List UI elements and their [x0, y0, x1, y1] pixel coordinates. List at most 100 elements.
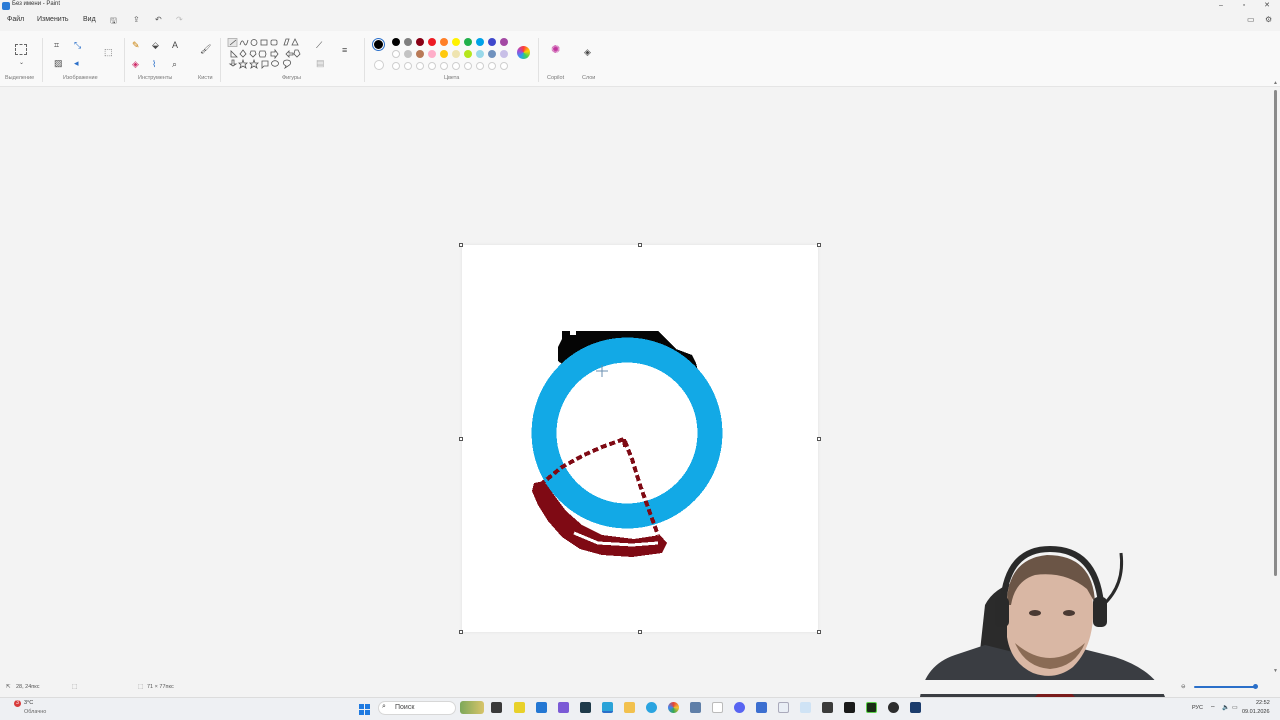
palette-swatch[interactable]	[440, 50, 448, 58]
palette-swatch[interactable]	[452, 50, 460, 58]
share-icon[interactable]: ⇪	[133, 15, 140, 24]
fill-bucket-icon[interactable]: ⬙	[152, 40, 159, 50]
volume-icon[interactable]: 🔈	[1222, 704, 1229, 711]
steam-icon[interactable]	[910, 702, 921, 713]
clock-time[interactable]: 22:52	[1256, 700, 1270, 706]
selection-rect-icon[interactable]	[15, 44, 27, 55]
app-icon-purple[interactable]	[558, 702, 569, 713]
palette-swatch[interactable]	[416, 38, 424, 46]
menu-file[interactable]: Файл	[7, 16, 24, 23]
save-icon[interactable]: 🖫	[110, 15, 117, 29]
custom-color-slot[interactable]	[416, 62, 424, 70]
minimize-icon[interactable]: –	[1210, 0, 1232, 12]
task-view-icon[interactable]	[491, 702, 502, 713]
text-tool-icon[interactable]: A	[172, 40, 178, 50]
vertical-scrollbar[interactable]	[1274, 90, 1277, 576]
palette-swatch[interactable]	[404, 50, 412, 58]
shapes-gallery[interactable]	[227, 38, 307, 72]
file-explorer-icon[interactable]	[624, 702, 635, 713]
telegram-icon[interactable]	[646, 702, 657, 713]
media-player-icon[interactable]	[866, 702, 877, 713]
app-icon-dark[interactable]	[580, 702, 591, 713]
windows-start-icon[interactable]	[359, 702, 370, 715]
custom-color-slot[interactable]	[464, 62, 472, 70]
resize-handle-top-right[interactable]	[817, 243, 821, 247]
rotate-icon[interactable]: ◂	[74, 58, 79, 68]
stroke-size-icon[interactable]: ≡	[342, 45, 347, 55]
image-icon[interactable]: ▨	[54, 58, 63, 68]
palette-swatch[interactable]	[404, 38, 412, 46]
custom-color-slot[interactable]	[428, 62, 436, 70]
palette-swatch[interactable]	[392, 38, 400, 46]
chart-app-icon[interactable]	[756, 702, 767, 713]
palette-swatch[interactable]	[500, 38, 508, 46]
terminal-icon[interactable]	[844, 702, 855, 713]
notepad-icon[interactable]	[712, 702, 723, 713]
pencil-icon[interactable]: ✎	[132, 40, 140, 50]
custom-color-slot[interactable]	[392, 62, 400, 70]
settings-gear-icon[interactable]: ⚙	[1265, 15, 1272, 24]
discord-icon[interactable]	[734, 702, 745, 713]
palette-swatch[interactable]	[488, 50, 496, 58]
calculator-icon[interactable]	[690, 702, 701, 713]
menu-edit[interactable]: Изменить	[37, 16, 69, 23]
custom-color-slot[interactable]	[404, 62, 412, 70]
copilot-icon[interactable]: ✺	[551, 45, 560, 56]
undo-icon[interactable]: ↶	[155, 15, 162, 24]
edit-colors-icon[interactable]	[517, 46, 530, 59]
palette-swatch[interactable]	[428, 38, 436, 46]
menu-view[interactable]: Вид	[83, 16, 96, 23]
custom-color-slot[interactable]	[440, 62, 448, 70]
palette-swatch[interactable]	[476, 50, 484, 58]
resize-handle-top-left[interactable]	[459, 243, 463, 247]
custom-color-slot[interactable]	[500, 62, 508, 70]
battery-icon[interactable]: ▭	[1232, 704, 1238, 711]
drawing-canvas[interactable]	[462, 245, 818, 632]
primary-color-slot[interactable]	[372, 38, 385, 51]
resize-handle-left[interactable]	[459, 437, 463, 441]
outline-icon[interactable]: ⟋	[316, 40, 322, 50]
resize-handle-bottom[interactable]	[638, 630, 642, 634]
secondary-color-slot[interactable]	[374, 60, 384, 70]
palette-swatch[interactable]	[416, 50, 424, 58]
palette-swatch[interactable]	[464, 38, 472, 46]
resize-handle-bottom-left[interactable]	[459, 630, 463, 634]
brush-icon[interactable]: 🖌	[200, 44, 211, 54]
eraser-icon[interactable]: ◈	[132, 59, 139, 69]
weather-temp[interactable]: 3°C	[24, 700, 33, 706]
sticky-notes-icon[interactable]	[514, 702, 525, 713]
photos-icon[interactable]	[778, 702, 789, 713]
scroll-down-icon[interactable]: ▼	[1273, 668, 1278, 674]
wifi-icon[interactable]: ⌔	[1210, 704, 1216, 712]
background-removal-icon[interactable]: ⬚	[104, 47, 113, 57]
chevron-down-icon[interactable]: ⌄	[19, 58, 24, 68]
taskbar-search-label[interactable]: Поиск	[395, 704, 414, 711]
zoom-slider-thumb[interactable]	[1253, 684, 1258, 689]
resize-handle-bottom-right[interactable]	[817, 630, 821, 634]
resize-handle-top[interactable]	[638, 243, 642, 247]
obs-icon[interactable]	[888, 702, 899, 713]
clock-date[interactable]: 09.01.2026	[1242, 709, 1270, 715]
paint-taskbar-icon[interactable]	[602, 702, 613, 713]
image-viewer-icon[interactable]	[800, 702, 811, 713]
widgets-icon[interactable]	[460, 701, 484, 714]
color-picker-icon[interactable]: ⌇	[152, 59, 156, 69]
palette-swatch[interactable]	[500, 50, 508, 58]
close-icon[interactable]: ✕	[1256, 0, 1278, 12]
taskbar-search-box[interactable]	[378, 701, 456, 715]
palette-swatch[interactable]	[476, 38, 484, 46]
magnifier-icon[interactable]: ⌕	[172, 59, 177, 69]
zoom-slider[interactable]	[1194, 686, 1256, 688]
resize-handle-right[interactable]	[817, 437, 821, 441]
palette-swatch[interactable]	[428, 50, 436, 58]
palette-swatch[interactable]	[464, 50, 472, 58]
fill-icon[interactable]: ▤	[316, 58, 325, 68]
language-indicator[interactable]: РУС	[1192, 705, 1203, 711]
resize-icon[interactable]: ⤡	[74, 40, 81, 50]
chrome-icon[interactable]	[668, 702, 679, 713]
palette-swatch[interactable]	[488, 38, 496, 46]
redo-icon[interactable]: ↷	[176, 15, 183, 24]
layers-icon[interactable]: ◈	[584, 47, 591, 57]
custom-color-slot[interactable]	[476, 62, 484, 70]
maximize-icon[interactable]: ▫	[1233, 0, 1255, 12]
